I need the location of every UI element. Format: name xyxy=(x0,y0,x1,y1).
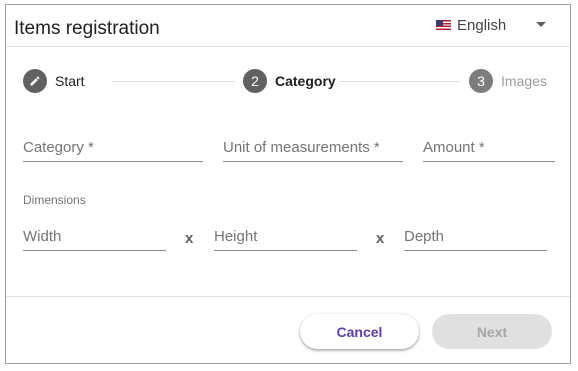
step-category: 2 Category xyxy=(243,69,336,93)
language-label: English xyxy=(457,16,507,34)
step-start: Start xyxy=(23,69,85,93)
cancel-button[interactable]: Cancel xyxy=(300,314,419,349)
unit-of-measurements-input[interactable] xyxy=(223,134,403,160)
step-category-label: Category xyxy=(275,73,336,89)
next-button[interactable]: Next xyxy=(432,314,552,349)
step-images-circle: 3 xyxy=(469,69,493,93)
step-images: 3 Images xyxy=(469,69,547,93)
step-start-circle xyxy=(23,69,47,93)
dialog-header: Items registration English xyxy=(6,5,570,47)
category-input[interactable] xyxy=(23,134,203,160)
step-connector xyxy=(113,81,235,82)
language-selector[interactable]: English xyxy=(436,16,506,34)
width-field[interactable] xyxy=(23,223,166,251)
height-field[interactable] xyxy=(214,223,357,251)
step-images-label: Images xyxy=(501,73,547,89)
height-input[interactable] xyxy=(214,223,357,249)
amount-field[interactable] xyxy=(423,134,555,162)
step-start-label: Start xyxy=(55,73,85,89)
dimensions-label: Dimensions xyxy=(23,193,86,207)
depth-field[interactable] xyxy=(404,223,547,251)
unit-of-measurements-field[interactable] xyxy=(223,134,403,162)
amount-input[interactable] xyxy=(423,134,555,160)
dimension-separator: x xyxy=(185,230,194,247)
dialog-title: Items registration xyxy=(14,18,160,39)
category-field[interactable] xyxy=(23,134,203,162)
dimension-separator: x xyxy=(376,230,385,247)
footer-divider xyxy=(6,296,570,297)
step-category-circle: 2 xyxy=(243,69,267,93)
items-registration-dialog: Items registration English Start 2 Categ… xyxy=(5,4,571,364)
chevron-down-icon[interactable] xyxy=(536,22,546,27)
us-flag-icon xyxy=(436,20,451,30)
depth-input[interactable] xyxy=(404,223,547,249)
pencil-icon xyxy=(30,76,40,86)
step-connector xyxy=(339,81,460,82)
width-input[interactable] xyxy=(23,223,166,249)
